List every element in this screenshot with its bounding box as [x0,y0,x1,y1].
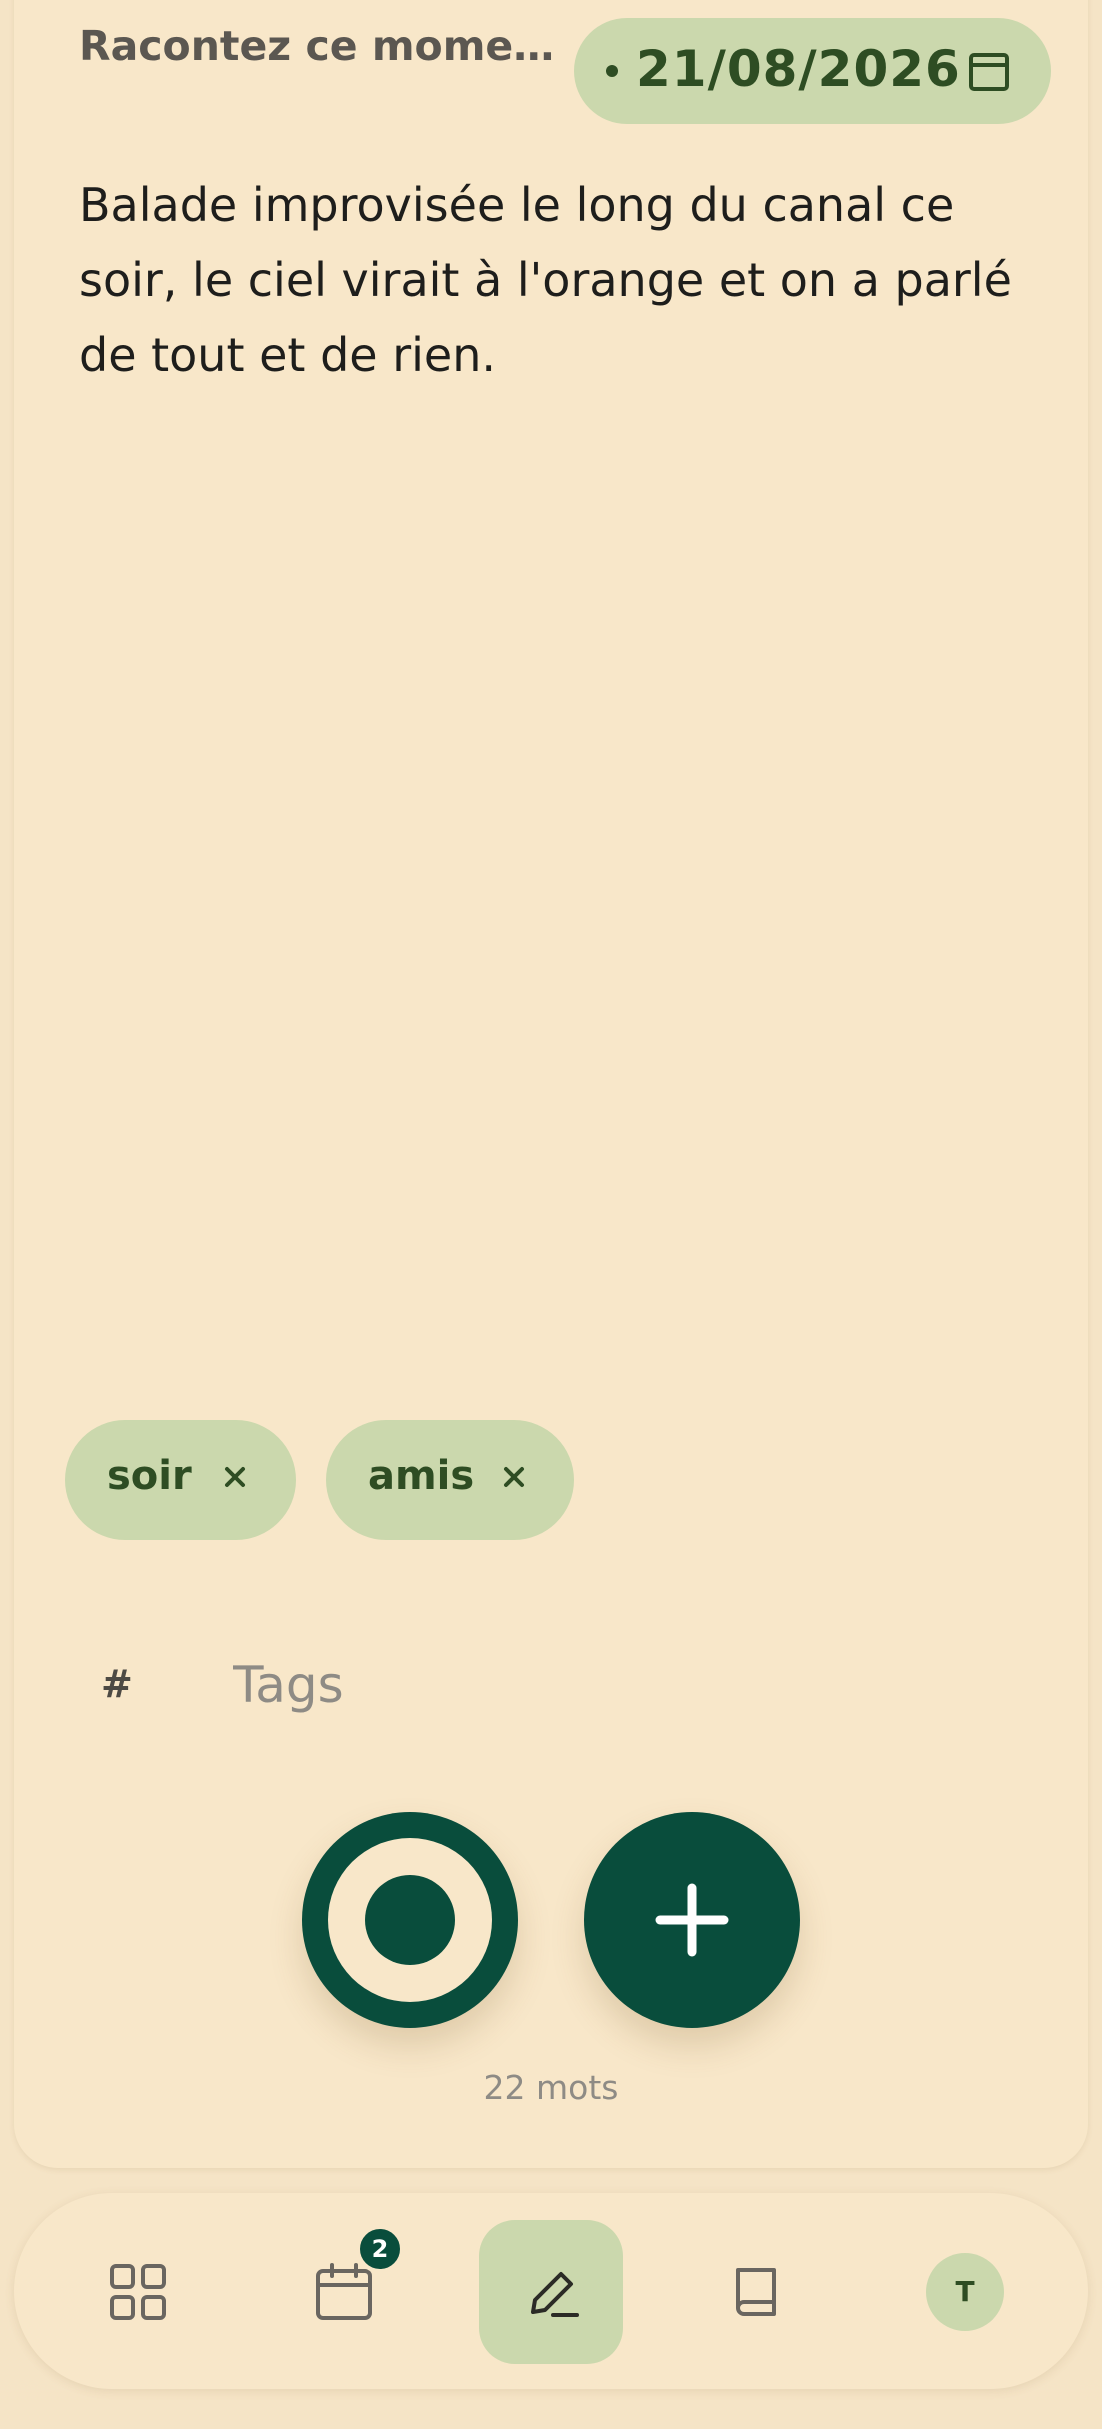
entry-date: 21/08/2026 [636,40,961,98]
hash-icon: # [101,1662,133,1706]
nav-item-grid[interactable] [66,2220,210,2364]
close-icon[interactable] [497,1460,531,1494]
add-button[interactable] [584,1812,800,2028]
close-icon[interactable] [218,1460,252,1494]
word-count: 22 mots [483,2068,619,2107]
notification-badge: 2 [356,2225,404,2273]
entry-card: Racontez ce mome… 21/08/2026 Balade impr… [14,0,1088,2168]
tag-chip-soir: soir [65,1420,296,1540]
tag-chip-amis: amis [326,1420,574,1540]
entry-text[interactable]: Balade improvisée le long du canal ce so… [79,168,1039,393]
calendar-icon [966,48,1012,94]
bottom-nav: 2 T [14,2193,1088,2389]
tag-chip-label: amis [368,1453,475,1499]
entry-prompt: Racontez ce mome… [79,22,555,70]
date-dot-icon [606,65,618,77]
record-button[interactable] [302,1812,518,2028]
avatar[interactable]: T [926,2253,1004,2331]
nav-item-write[interactable] [479,2220,623,2364]
calendar-icon [316,2263,372,2320]
nav-item-journal[interactable] [684,2220,828,2364]
book-icon [736,2268,776,2316]
tag-chip-label: soir [107,1453,192,1499]
pen-icon [531,2272,579,2317]
grid-icon [110,2264,166,2320]
date-picker[interactable]: 21/08/2026 [574,18,1051,124]
record-icon-core [365,1875,455,1965]
tags-input[interactable] [233,1645,933,1725]
plus-icon [655,1883,729,1957]
